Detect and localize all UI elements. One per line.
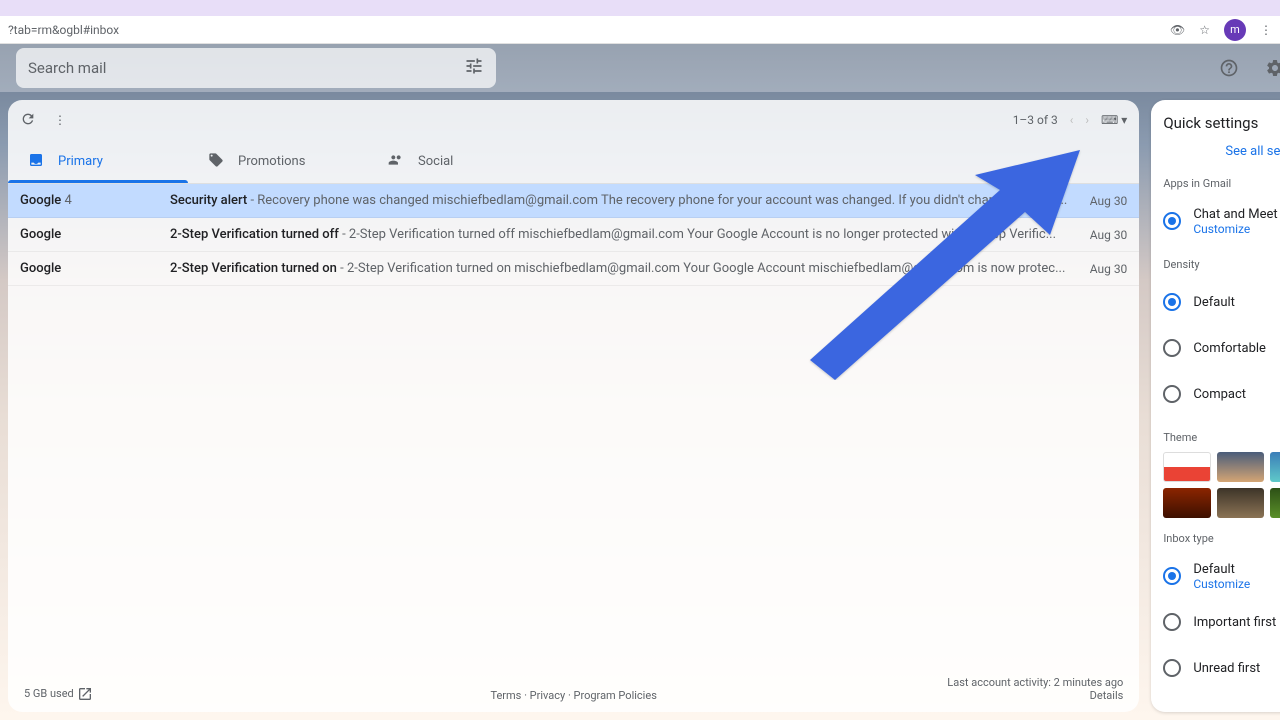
inbox-important-first[interactable]: Important first ▸ <box>1163 599 1280 645</box>
radio-icon <box>1163 613 1181 631</box>
apps-section-label: Apps in Gmail <box>1163 177 1280 190</box>
customize-link[interactable]: Customize <box>1193 222 1280 236</box>
browser-profile-avatar[interactable]: m <box>1224 19 1246 41</box>
theme-tile[interactable] <box>1270 452 1280 482</box>
search-input[interactable]: Search mail <box>16 48 496 88</box>
apps-option-chat-meet[interactable]: Chat and Meet Customize <box>1163 198 1280 244</box>
app-header: Search mail P <box>0 44 1280 92</box>
mail-toolbar: ⋮ 1–3 of 3 ‹ › ⌨ ▾ <box>8 100 1139 140</box>
next-page-icon[interactable]: › <box>1085 113 1089 127</box>
footer-links[interactable]: Terms · Privacy · Program Policies <box>490 689 656 702</box>
prev-page-icon[interactable]: ‹ <box>1070 113 1074 127</box>
mail-list: Google 4 Security alert - Recovery phone… <box>8 184 1139 666</box>
tune-icon[interactable] <box>464 56 484 80</box>
activity-text: Last account activity: 2 minutes ago <box>947 676 1123 689</box>
search-placeholder: Search mail <box>28 59 106 77</box>
radio-icon <box>1163 385 1181 403</box>
details-link[interactable]: Details <box>947 689 1123 702</box>
theme-tile[interactable] <box>1217 488 1265 518</box>
gear-icon[interactable] <box>1257 50 1280 86</box>
inbox-default[interactable]: Default Customize <box>1163 553 1280 599</box>
refresh-icon[interactable] <box>20 111 36 130</box>
mail-row[interactable]: Google 2-Step Verification turned off - … <box>8 218 1139 252</box>
radio-icon <box>1163 293 1181 311</box>
eye-icon[interactable]: 👁 <box>1170 23 1185 37</box>
tab-promotions[interactable]: Promotions <box>188 140 368 183</box>
theme-tile[interactable] <box>1217 452 1265 482</box>
radio-icon <box>1163 339 1181 357</box>
browser-tab-strip <box>0 0 1280 16</box>
customize-link[interactable]: Customize <box>1193 577 1280 591</box>
quick-settings-panel: Quick settings ✕ See all settings 👆 Apps… <box>1151 100 1280 712</box>
inbox-unread-first[interactable]: Unread first ✉ <box>1163 645 1280 691</box>
storage-info[interactable]: 5 GB used <box>24 686 93 702</box>
people-icon <box>388 152 404 172</box>
mail-row[interactable]: Google 2-Step Verification turned on - 2… <box>8 252 1139 286</box>
theme-section-label: Theme <box>1163 431 1197 444</box>
theme-tile[interactable] <box>1270 488 1280 518</box>
tab-promotions-label: Promotions <box>238 154 305 169</box>
radio-icon <box>1163 567 1181 585</box>
browser-menu-icon[interactable]: ⋮ <box>1260 23 1272 37</box>
tab-primary-label: Primary <box>58 154 103 169</box>
inbox-section-label: Inbox type <box>1163 532 1280 545</box>
radio-icon <box>1163 212 1181 230</box>
inbox-icon <box>28 152 44 172</box>
tag-icon <box>208 152 224 172</box>
density-compact[interactable]: Compact <box>1163 371 1280 417</box>
help-icon[interactable] <box>1211 50 1247 86</box>
tab-social-label: Social <box>418 154 453 169</box>
theme-tile[interactable] <box>1163 452 1211 482</box>
radio-icon <box>1163 659 1181 677</box>
density-comfortable[interactable]: Comfortable <box>1163 325 1280 371</box>
mail-panel: ⋮ 1–3 of 3 ‹ › ⌨ ▾ Primary <box>8 100 1139 712</box>
input-tool-icon[interactable]: ⌨ ▾ <box>1101 113 1127 127</box>
settings-title: Quick settings <box>1163 114 1258 132</box>
density-section-label: Density <box>1163 258 1280 271</box>
theme-tile[interactable] <box>1163 488 1211 518</box>
category-tabs: Primary Promotions Social <box>8 140 1139 184</box>
density-default[interactable]: Default <box>1163 279 1280 325</box>
browser-address-bar: ?tab=rm&ogbl#inbox 👁 ☆ m ⋮ <box>0 16 1280 44</box>
star-icon[interactable]: ☆ <box>1199 23 1210 37</box>
see-all-settings-link[interactable]: See all settings <box>1225 144 1280 159</box>
tab-social[interactable]: Social <box>368 140 548 183</box>
page-info: 1–3 of 3 <box>1013 113 1058 127</box>
theme-grid <box>1163 452 1280 518</box>
more-icon[interactable]: ⋮ <box>54 113 66 127</box>
footer: 5 GB used Terms · Privacy · Program Poli… <box>8 666 1139 712</box>
url-text: ?tab=rm&ogbl#inbox <box>8 23 119 37</box>
mail-row[interactable]: Google 4 Security alert - Recovery phone… <box>8 184 1139 218</box>
tab-primary[interactable]: Primary <box>8 140 188 183</box>
